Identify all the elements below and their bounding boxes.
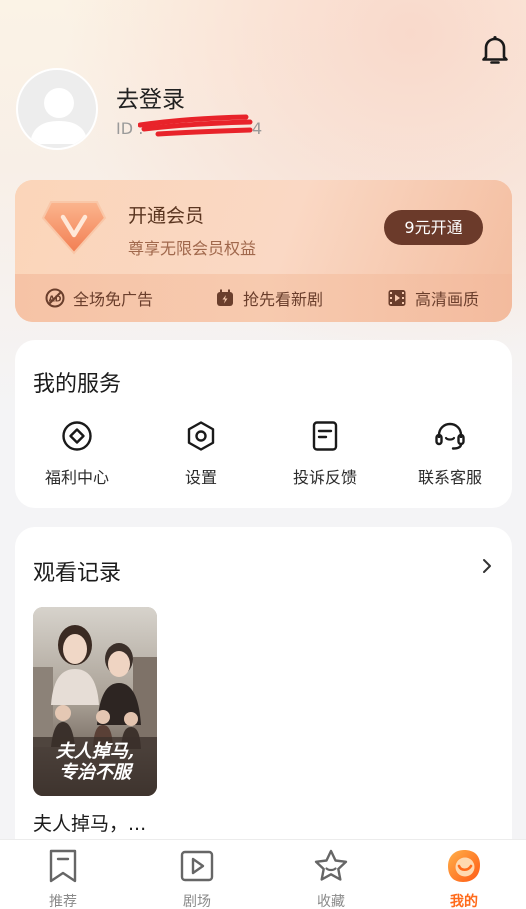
feedback-doc-icon — [312, 421, 338, 451]
perk-label: 全场免广告 — [73, 290, 154, 309]
play-square-icon — [180, 850, 214, 882]
vip-card[interactable]: 开通会员 尊享无限会员权益 9元开通 AD 全场免广告 抢先看新剧 高清画质 — [15, 180, 512, 322]
bookmark-icon — [49, 849, 77, 883]
service-label: 投诉反馈 — [292, 468, 357, 487]
history-poster[interactable]: 夫人掉马, 专治不服 — [33, 607, 157, 796]
perk-no-ads: AD 全场免广告 — [45, 286, 153, 310]
user-id: ID : 4 — [116, 114, 276, 141]
headset-icon — [435, 422, 465, 450]
service-feedback[interactable]: 投诉反馈 — [265, 420, 385, 490]
services-card: 我的服务 福利中心 设置 投诉反馈 联系客服 — [15, 340, 512, 508]
vip-perks: AD 全场免广告 抢先看新剧 高清画质 — [15, 274, 512, 322]
vip-badge-icon — [41, 198, 107, 256]
hd-film-icon — [388, 290, 406, 306]
services-title: 我的服务 — [33, 372, 122, 397]
watch-history-card: 观看记录 夫人掉马, 专治不服 夫人掉马，... — [15, 527, 512, 867]
poster-artwork: 夫人掉马, 专治不服 — [33, 607, 157, 796]
settings-hexagon-icon — [187, 421, 215, 451]
service-label: 设置 — [184, 468, 217, 487]
poster-title-line1: 夫人掉马, — [56, 741, 134, 762]
tab-label: 收藏 — [317, 894, 345, 909]
perk-label: 抢先看新剧 — [243, 290, 324, 309]
service-customer-support[interactable]: 联系客服 — [390, 420, 510, 490]
vip-title: 开通会员 — [128, 205, 205, 227]
tab-label: 推荐 — [49, 894, 77, 909]
perk-hd: 高清画质 — [387, 286, 479, 310]
service-welfare-center[interactable]: 福利中心 — [17, 420, 137, 490]
svg-text:AD: AD — [49, 295, 62, 304]
history-item-title[interactable]: 夫人掉马，... — [33, 809, 146, 836]
tab-theater[interactable]: 剧场 — [157, 848, 237, 909]
login-link[interactable]: 去登录 — [116, 80, 185, 114]
profile-section[interactable]: 去登录 ID : 4 — [16, 68, 506, 152]
chevron-right-icon[interactable] — [480, 557, 494, 575]
early-access-icon — [217, 289, 233, 306]
service-label: 联系客服 — [417, 468, 482, 487]
vip-open-button[interactable]: 9元开通 — [384, 210, 483, 245]
star-icon — [314, 849, 348, 881]
poster-title-line2: 专治不服 — [59, 762, 134, 783]
bottom-tab-bar: 推荐 剧场 收藏 我的 — [0, 839, 526, 909]
tab-label: 剧场 — [183, 894, 211, 909]
tab-label: 我的 — [450, 894, 478, 909]
service-label: 福利中心 — [44, 468, 109, 487]
smile-face-icon — [448, 850, 480, 882]
service-settings[interactable]: 设置 — [141, 420, 261, 490]
perk-label: 高清画质 — [415, 290, 480, 309]
bell-icon[interactable] — [480, 34, 510, 66]
diamond-circle-icon — [62, 421, 92, 451]
tab-favorites[interactable]: 收藏 — [291, 848, 371, 909]
history-title: 观看记录 — [33, 561, 122, 586]
no-ads-icon: AD — [45, 288, 65, 308]
tab-recommend[interactable]: 推荐 — [23, 848, 103, 909]
redaction-scribble — [138, 114, 253, 137]
tab-mine[interactable]: 我的 — [424, 848, 504, 909]
perk-early-access: 抢先看新剧 — [215, 286, 323, 310]
vip-subtitle: 尊享无限会员权益 — [128, 239, 257, 258]
avatar[interactable] — [16, 68, 98, 150]
